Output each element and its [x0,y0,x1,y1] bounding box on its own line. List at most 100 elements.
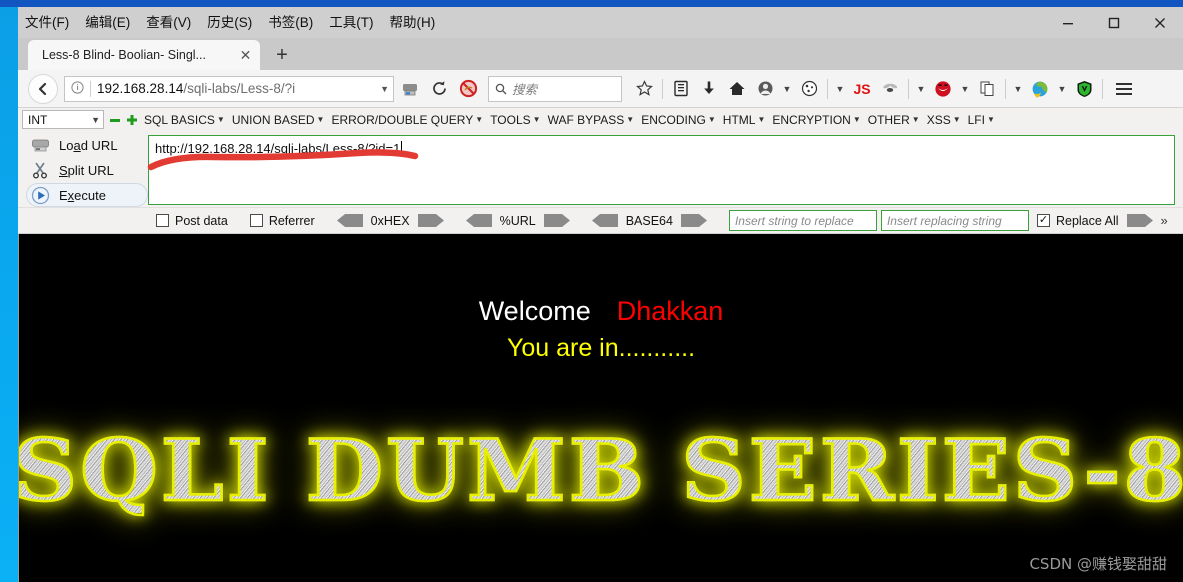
hackbar-menu-label: XSS [926,112,951,127]
hackbar-menu-encryption[interactable]: ENCRYPTION ▼ [771,113,861,127]
hackbar-url-textarea[interactable]: http://192.168.28.14/sqli-labs/Less-8/?i… [148,135,1175,205]
library-icon[interactable] [667,74,695,104]
back-button-icon[interactable] [28,73,58,104]
hackbar-url-value: http://192.168.28.14/sqli-labs/Less-8/?i… [155,141,401,156]
checkbox-box [156,214,169,227]
url-text: 192.168.28.14/sqli-labs/Less-8/?i [97,81,374,96]
green-shield-icon[interactable] [1070,74,1098,104]
hackbar-menu-lfi[interactable]: LFI ▼ [967,113,996,127]
hackbar-menu-error-double-query[interactable]: ERROR/DOUBLE QUERY ▼ [330,113,484,127]
text-caret [401,141,403,155]
red-face-chevron-icon[interactable]: ▼ [957,74,973,104]
chevron-down-icon: ▼ [757,115,766,124]
checkbox-box [249,214,263,227]
colorful-chevron-icon[interactable]: ▼ [1054,74,1070,104]
browser-window: 文件(F) 编辑(E) 查看(V) 历史(S) 书签(B) 工具(T) 帮助(H… [18,7,1183,582]
url-decode-arrow-icon[interactable] [465,214,492,227]
hackbar-menu-waf-bypass[interactable]: WAF BYPASS ▼ [547,113,636,127]
plus-icon[interactable] [126,114,138,126]
execute-button[interactable]: Execute [26,183,148,207]
fly-chevron-icon[interactable]: ▼ [913,74,929,104]
hex-decode-arrow-icon[interactable] [336,214,363,227]
hackbar-menu-union-based[interactable]: UNION BASED ▼ [231,113,326,127]
menu-history[interactable]: 历史(S) [206,14,253,32]
red-face-icon[interactable] [929,74,957,104]
referrer-checkbox[interactable]: Referrer [249,214,315,228]
hex-label: 0xHEX [370,213,410,228]
cookie-icon[interactable] [795,74,823,104]
maximize-icon[interactable] [1091,7,1137,38]
home-icon[interactable] [723,74,751,104]
replace-to-input[interactable]: Insert replacing string [880,210,1029,231]
welcome-text: Welcome [478,296,591,326]
replace-all-label: Replace All [1055,213,1119,228]
toolbar-divider-2 [827,78,828,99]
url-encode-arrow-icon[interactable] [543,214,570,227]
menu-view[interactable]: 查看(V) [145,14,192,32]
base64-encode-arrow-icon[interactable] [680,214,707,227]
fly-icon[interactable] [876,74,904,104]
reload-icon[interactable] [426,74,452,104]
replace-from-input[interactable]: Insert string to replace [728,210,877,231]
menu-file[interactable]: 文件(F) [24,14,70,32]
hackbar-menu-label: SQL BASICS [144,112,215,127]
post-data-checkbox[interactable]: Post data [156,214,228,228]
info-icon[interactable] [71,80,84,97]
menu-tools[interactable]: 工具(T) [328,14,374,32]
sqli-dumb-series-logo: SQLI DUMB SERIES-8 [19,427,1183,514]
cookie-chevron-icon[interactable]: ▼ [832,74,848,104]
hackbar-menu-label: HTML [722,112,756,127]
save-page-icon[interactable] [396,74,424,104]
shield-blocked-icon[interactable] [454,74,482,104]
url-encode-label: %URL [499,213,536,228]
load-url-label: Load URL [59,138,118,153]
hackbar-type-select[interactable]: INT ▼ [22,110,104,129]
split-url-button[interactable]: Split URL [26,158,148,183]
base64-decode-arrow-icon[interactable] [591,214,618,227]
copy-chevron-icon[interactable]: ▼ [1010,74,1026,104]
chevron-down-icon: ▼ [316,115,325,124]
account-chevron-icon[interactable]: ▼ [779,74,795,104]
js-icon[interactable]: JS [848,74,876,104]
account-icon[interactable] [751,74,779,104]
downloads-icon[interactable] [695,74,723,104]
hackbar-type-value: INT [28,112,48,127]
toolbar-divider [662,78,663,99]
url-bar[interactable]: 192.168.28.14/sqli-labs/Less-8/?i ▼ [64,75,394,102]
replace-apply-arrow-icon[interactable] [1126,214,1153,227]
chevron-down-icon: ▼ [707,115,716,124]
close-icon[interactable] [1137,7,1183,38]
watermark-text: CSDN @赚钱娶甜甜 [1029,555,1167,573]
menu-help[interactable]: 帮助(H) [389,14,437,32]
base64-group: BASE64 [591,214,707,228]
hackbar-menu-other[interactable]: OTHER ▼ [867,113,921,127]
colorful-icon[interactable] [1026,74,1054,104]
hex-encode-arrow-icon[interactable] [417,214,444,227]
overflow-chevron-icon[interactable]: » [1161,213,1168,228]
hackbar-menu-sql-basics[interactable]: SQL BASICS ▼ [143,113,226,127]
minus-icon[interactable] [109,114,121,126]
copy-icon[interactable] [973,74,1001,104]
menu-bookmarks[interactable]: 书签(B) [267,14,314,32]
page-content: Welcome Dhakkan You are in........... SQL… [18,234,1183,582]
chevron-down-icon: ▼ [911,115,920,124]
tab-close-icon[interactable]: ✕ [237,47,254,64]
hackbar-options-row: Post data Referrer 0xHEX %URL BASE64 Ins… [18,207,1183,233]
hackbar-menu-encoding[interactable]: ENCODING ▼ [640,113,717,127]
new-tab-button[interactable]: + [266,40,298,70]
hackbar-menu-html[interactable]: HTML ▼ [722,113,767,127]
tab-active[interactable]: Less-8 Blind- Boolian- Singl... ✕ [28,40,260,70]
menu-edit[interactable]: 编辑(E) [84,14,131,32]
bookmark-star-icon[interactable] [630,74,658,104]
hackbar-menu-label: LFI [967,112,985,127]
welcome-line: Welcome Dhakkan [19,296,1183,327]
split-url-icon [30,161,50,181]
minimize-icon[interactable] [1045,7,1091,38]
hackbar-menu-tools[interactable]: TOOLS ▼ [489,113,541,127]
replace-all-checkbox[interactable]: ✓ Replace All [1036,213,1119,228]
hamburger-menu-icon[interactable] [1109,74,1139,104]
hackbar-menu-xss[interactable]: XSS ▼ [926,113,962,127]
chevron-down-icon[interactable]: ▼ [380,84,389,94]
search-input[interactable]: 搜索 [488,75,622,102]
load-url-button[interactable]: Load URL [26,133,148,158]
